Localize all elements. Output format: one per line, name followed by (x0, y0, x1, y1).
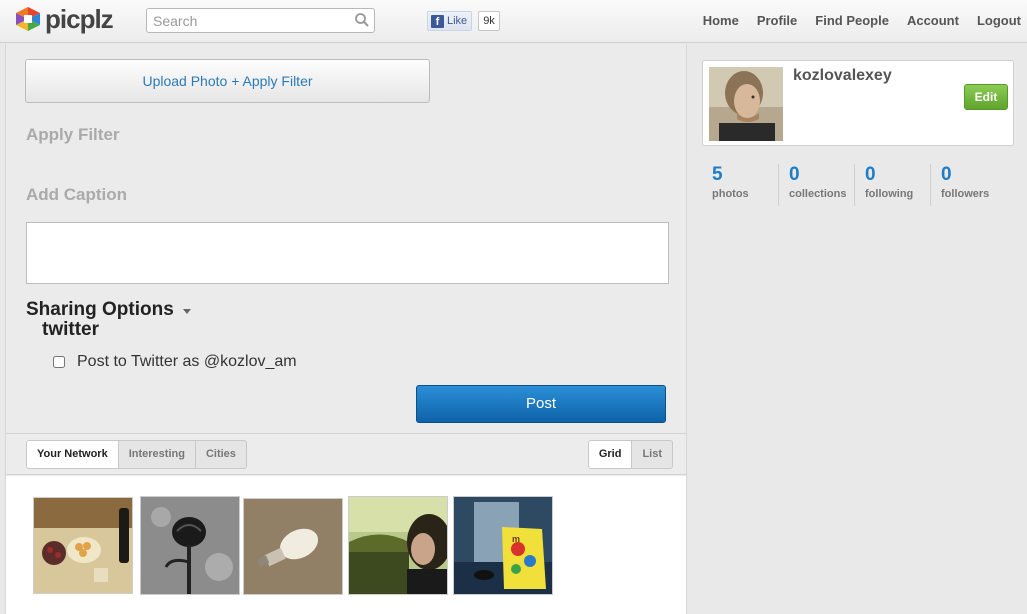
svg-text:m: m (512, 534, 520, 544)
add-caption-heading: Add Caption (26, 185, 128, 204)
stat-value: 0 (789, 164, 800, 185)
search-box (146, 8, 375, 33)
photo-thumbnail[interactable] (348, 496, 448, 595)
profile-card: kozlovalexey Edit (702, 60, 1014, 146)
stat-photos[interactable]: 5 photos (702, 164, 778, 206)
stat-label: photos (712, 188, 749, 200)
apply-filter-heading: Apply Filter (26, 125, 120, 144)
post-button[interactable]: Post (416, 385, 666, 423)
composer-column: Upload Photo + Apply Filter Apply Filter… (5, 44, 687, 614)
nav-account[interactable]: Account (907, 13, 959, 28)
caret-down-icon (182, 308, 191, 314)
tab-interesting[interactable]: Interesting (117, 441, 195, 468)
sharing-options-title: Sharing Options (26, 299, 174, 320)
edit-profile-button[interactable]: Edit (964, 84, 1008, 110)
avatar[interactable] (709, 67, 783, 141)
feed-tabs: Your Network Interesting Cities (26, 440, 247, 469)
tab-cities[interactable]: Cities (194, 441, 246, 468)
view-toggle: Grid List (587, 440, 673, 469)
nav-profile[interactable]: Profile (757, 13, 797, 28)
logo-text: picplz (45, 4, 114, 34)
nav-home[interactable]: Home (703, 13, 739, 28)
facebook-like-label: Like (447, 15, 468, 27)
main-nav: Home Profile Find People Account Logout (685, 13, 1021, 28)
facebook-icon: f (431, 14, 444, 28)
photo-grid: m (6, 476, 686, 614)
logo[interactable]: picplz (15, 4, 114, 34)
view-grid[interactable]: Grid (588, 441, 632, 468)
photo-thumbnail[interactable] (33, 497, 133, 594)
upload-photo-button[interactable]: Upload Photo + Apply Filter (25, 59, 430, 103)
stat-value: 5 (712, 164, 723, 185)
search-input[interactable] (147, 9, 347, 32)
photo-thumbnail[interactable]: m (453, 496, 553, 595)
stat-followers[interactable]: 0 followers (930, 164, 1006, 206)
post-to-twitter-checkbox[interactable] (53, 356, 65, 368)
stat-value: 0 (941, 164, 952, 185)
photo-thumbnail[interactable] (140, 496, 240, 595)
sharing-options-toggle[interactable]: Sharing Options (26, 299, 191, 321)
profile-username[interactable]: kozlovalexey (793, 67, 892, 85)
facebook-like-button[interactable]: f Like (427, 11, 473, 31)
stat-label: collections (789, 188, 847, 200)
facebook-like-count: 9k (478, 11, 500, 31)
tab-your-network[interactable]: Your Network (27, 441, 118, 468)
facebook-like: f Like 9k (427, 11, 500, 31)
profile-stats: 5 photos 0 collections 0 following 0 fol… (702, 164, 1014, 206)
photo-thumbnail[interactable] (243, 498, 343, 595)
nav-logout[interactable]: Logout (977, 13, 1021, 28)
search-icon[interactable] (354, 12, 370, 28)
twitter-option: Post to Twitter as @kozlov_am (53, 353, 297, 371)
stat-label: following (865, 188, 914, 200)
twitter-heading: twitter (42, 319, 99, 340)
top-bar: picplz f Like 9k Home Profile Find Peopl… (0, 0, 1027, 43)
stat-collections[interactable]: 0 collections (778, 164, 854, 206)
picplz-logo-icon (16, 7, 40, 31)
post-to-twitter-label: Post to Twitter as @kozlov_am (77, 353, 297, 370)
nav-find-people[interactable]: Find People (815, 13, 889, 28)
stat-value: 0 (865, 164, 876, 185)
view-list[interactable]: List (631, 441, 672, 468)
feed-toolbar: Your Network Interesting Cities Grid Lis… (6, 433, 686, 475)
stat-label: followers (941, 188, 990, 200)
caption-textarea[interactable] (26, 222, 669, 284)
stat-following[interactable]: 0 following (854, 164, 930, 206)
